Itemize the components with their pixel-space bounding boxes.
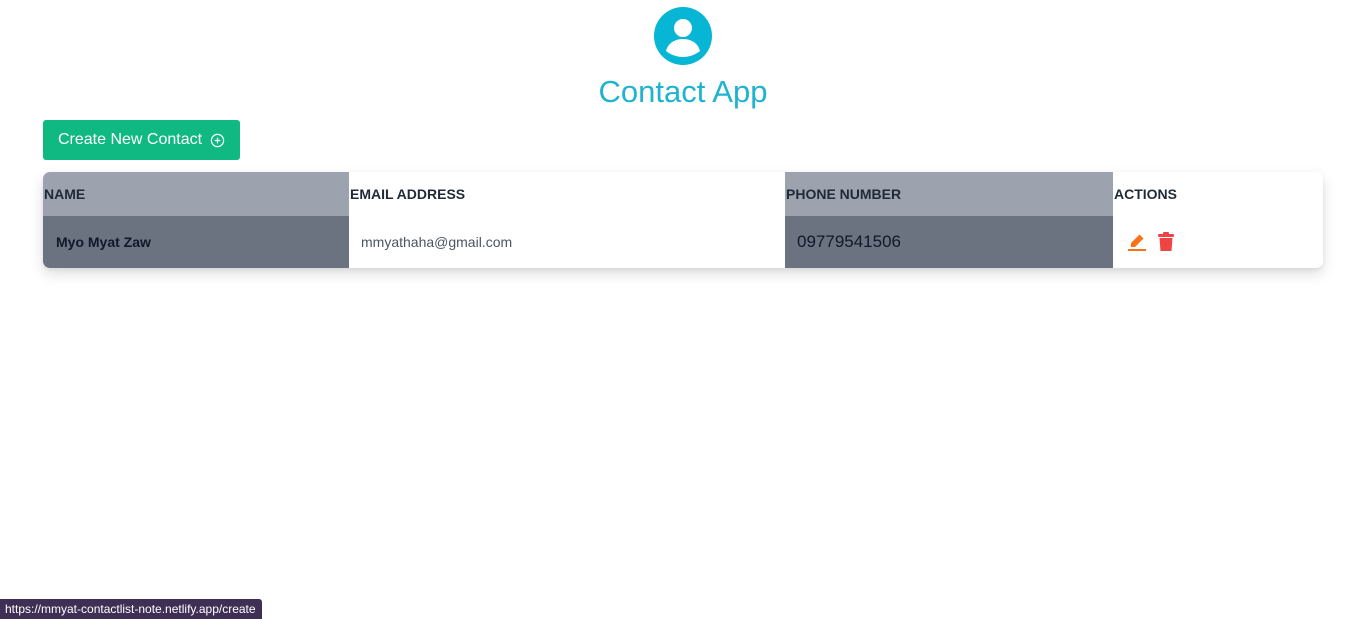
contact-actions — [1113, 216, 1323, 268]
column-header-actions: ACTIONS — [1113, 172, 1323, 216]
page-title: Contact App — [598, 74, 768, 109]
contacts-table: NAME EMAIL ADDRESS PHONE NUMBER ACTIONS … — [43, 172, 1323, 268]
edit-icon — [1128, 234, 1146, 251]
table-header-row: NAME EMAIL ADDRESS PHONE NUMBER ACTIONS — [43, 172, 1323, 216]
create-contact-label: Create New Contact — [57, 131, 203, 148]
status-bar-url: https://mmyat-contactlist-note.netlify.a… — [0, 599, 262, 619]
delete-button[interactable] — [1157, 232, 1175, 252]
contact-email: mmyathaha@gmail.com — [349, 216, 785, 268]
trash-icon — [1158, 232, 1174, 251]
contact-name: Myo Myat Zaw — [43, 216, 349, 268]
column-header-name: NAME — [43, 172, 349, 216]
user-circle-icon — [654, 7, 712, 65]
column-header-email: EMAIL ADDRESS — [349, 172, 785, 216]
create-contact-button[interactable]: Create New Contact — [43, 120, 240, 160]
edit-button[interactable] — [1127, 232, 1147, 252]
contact-phone: 09779541506 — [785, 216, 1113, 268]
table-row: Myo Myat Zaw mmyathaha@gmail.com 0977954… — [43, 216, 1323, 268]
plus-circle-icon — [210, 133, 225, 147]
column-header-phone: PHONE NUMBER — [785, 172, 1113, 216]
